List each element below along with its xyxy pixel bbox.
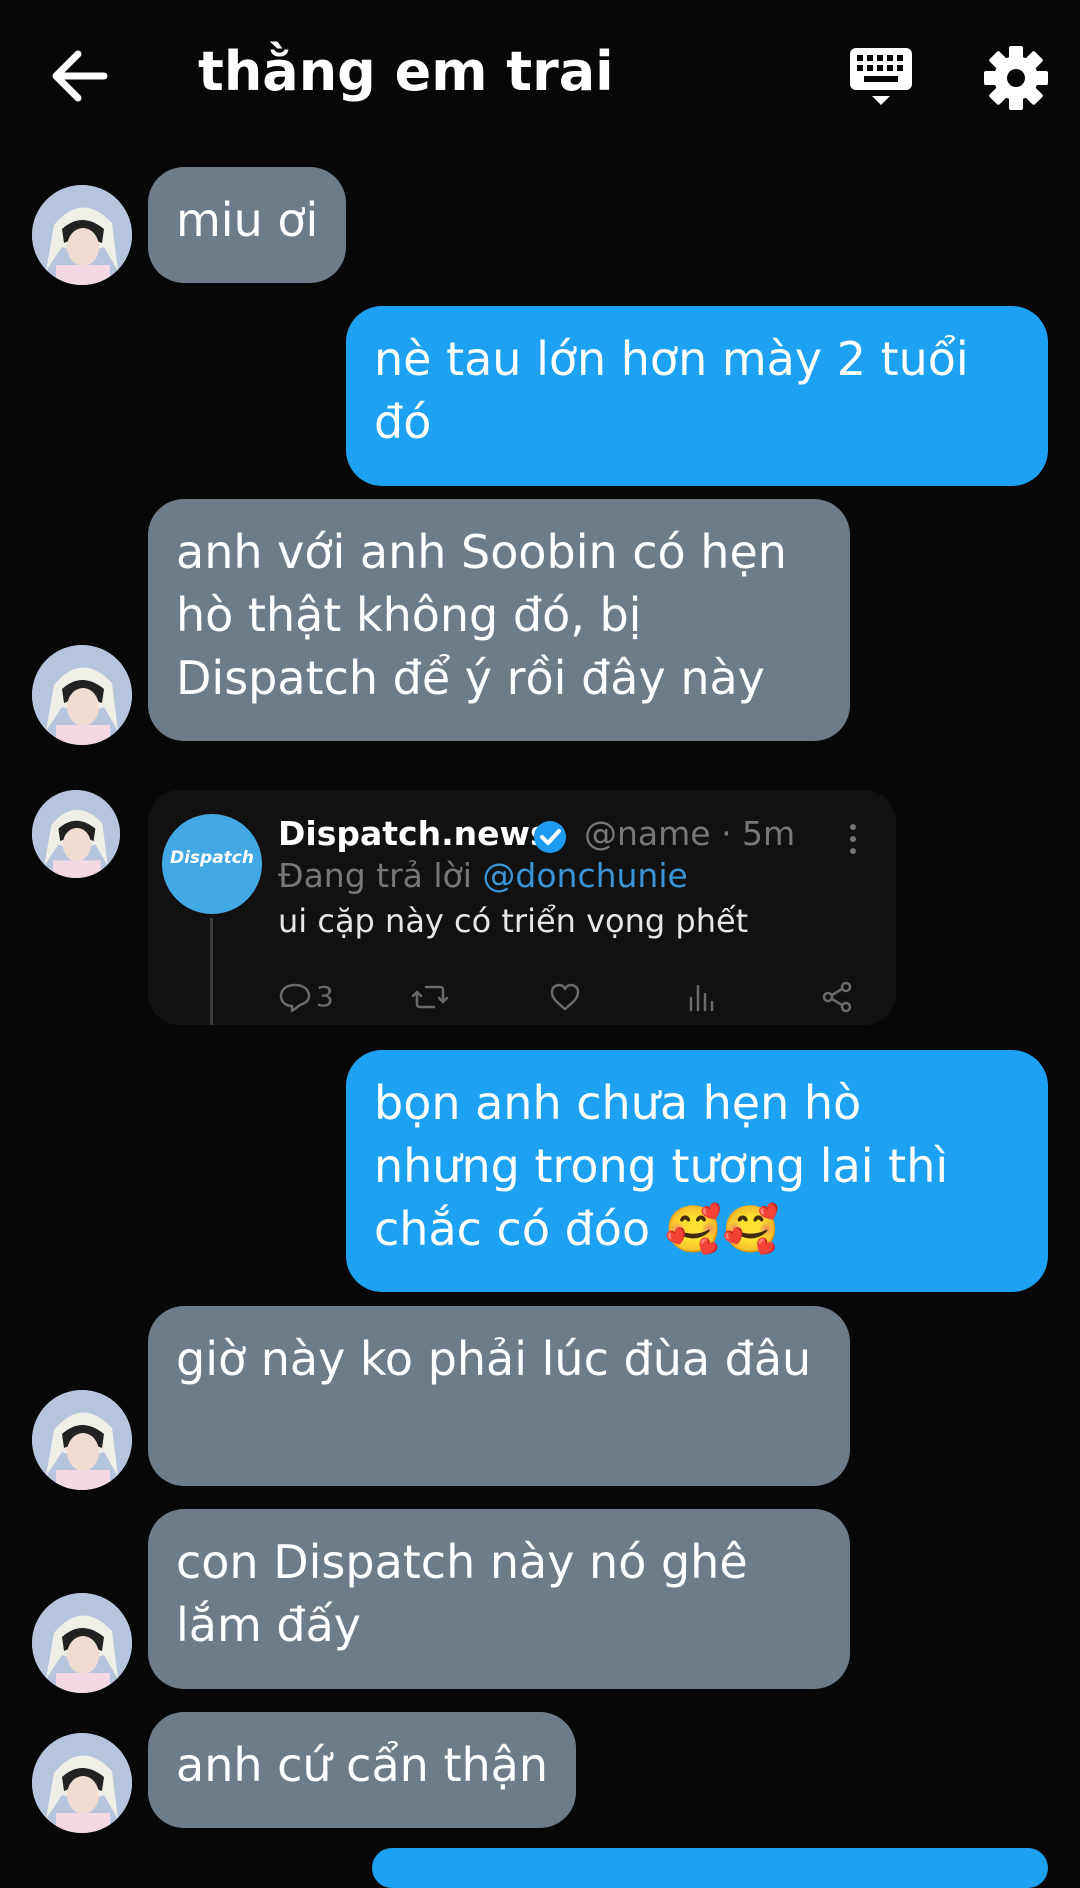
chat-title: thằng em trai	[198, 40, 614, 103]
thread-line	[210, 918, 213, 1025]
tweet-handle-time: @name · 5m	[584, 814, 796, 853]
message-bubble-incoming[interactable]: con Dispatch này nó ghê lắm đấy	[148, 1509, 850, 1689]
tweet-reply-line: Đang trả lời @donchunie	[278, 856, 688, 895]
avatar[interactable]	[32, 790, 120, 878]
avatar[interactable]	[32, 185, 132, 285]
more-options-icon[interactable]	[846, 822, 860, 856]
shared-tweet-card[interactable]: Dispatch Dispatch.news @name · 5m Đang t…	[148, 790, 896, 1025]
message-bubble-outgoing-partial[interactable]	[372, 1848, 1048, 1888]
avatar[interactable]	[32, 1593, 132, 1693]
reply-count: 3	[316, 980, 334, 1013]
message-bubble-incoming[interactable]: miu ơi	[148, 167, 347, 283]
analytics-icon[interactable]	[684, 980, 718, 1014]
back-arrow-icon[interactable]	[40, 38, 120, 118]
verified-badge-icon	[534, 821, 566, 853]
message-bubble-incoming[interactable]: anh cứ cẩn thận	[148, 1712, 576, 1828]
tweet-author-logo: Dispatch	[162, 814, 262, 914]
share-icon[interactable]	[820, 980, 854, 1014]
reply-mention-link[interactable]: @donchunie	[482, 856, 687, 895]
message-bubble-incoming[interactable]: anh với anh Soobin có hẹn hò thật không …	[148, 499, 850, 741]
message-bubble-outgoing[interactable]: bọn anh chưa hẹn hò nhưng trong tương la…	[346, 1050, 1048, 1292]
message-bubble-incoming[interactable]: giờ này ko phải lúc đùa đâu	[148, 1306, 850, 1486]
avatar[interactable]	[32, 1733, 132, 1833]
avatar[interactable]	[32, 645, 132, 745]
message-bubble-outgoing[interactable]: nè tau lớn hơn mày 2 tuổi đó	[346, 306, 1048, 486]
reply-icon[interactable]	[278, 980, 312, 1014]
tweet-text: ui cặp này có triển vọng phết	[278, 902, 749, 940]
like-icon[interactable]	[548, 980, 582, 1014]
gear-icon[interactable]	[982, 44, 1050, 112]
keyboard-icon[interactable]	[848, 46, 914, 108]
retweet-icon[interactable]	[410, 980, 450, 1014]
avatar[interactable]	[32, 1390, 132, 1490]
chat-header: thằng em trai	[0, 0, 1080, 155]
tweet-author-name: Dispatch.news	[278, 814, 550, 853]
